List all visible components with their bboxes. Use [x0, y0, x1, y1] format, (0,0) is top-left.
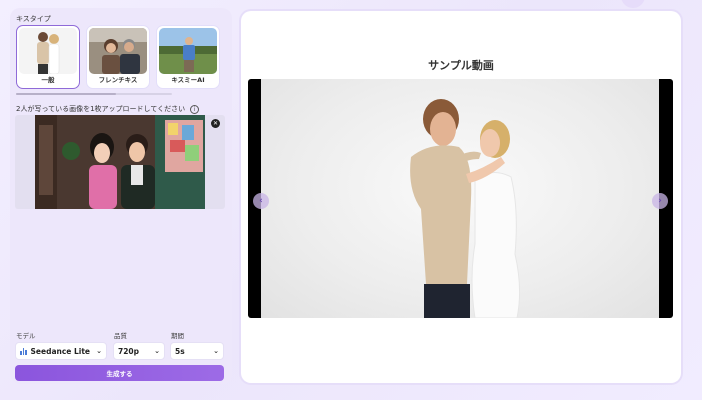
- kiss-type-label-general: 一般: [41, 76, 55, 84]
- upload-instructions: 2人が写っている画像を1枚アップロードしてください i: [16, 104, 200, 114]
- chevron-down-icon: ⌄: [96, 347, 102, 355]
- generate-button[interactable]: 生成する: [15, 365, 224, 381]
- model-label: モデル: [16, 332, 36, 340]
- video-image: [261, 79, 659, 318]
- previous-arrow-icon[interactable]: ‹: [253, 193, 269, 209]
- upload-label: 2人が写っている画像を1枚アップロードしてください: [16, 105, 186, 113]
- kiss-type-thumb: [89, 28, 147, 74]
- chevron-down-icon: ⌄: [213, 347, 219, 355]
- quality-value: 720p: [118, 346, 140, 356]
- kiss-type-card-kissme-ai[interactable]: キスミーAI: [156, 25, 220, 89]
- next-arrow-icon[interactable]: ›: [652, 193, 668, 209]
- info-icon[interactable]: i: [190, 104, 200, 114]
- settings-panel: キスタイプ 一般 フレンチキス キスミーAI 2人が写っている画像を1枚アップロ…: [10, 8, 232, 384]
- model-value: Seedance Lite: [30, 346, 91, 356]
- quality-label: 品質: [114, 332, 127, 340]
- kiss-type-scrollbar-thumb[interactable]: [16, 93, 116, 95]
- chevron-down-icon: ⌄: [154, 347, 160, 355]
- kiss-type-card-general[interactable]: 一般: [16, 25, 80, 89]
- duration-value: 5s: [175, 346, 185, 356]
- uploaded-image: [35, 115, 205, 209]
- close-icon[interactable]: ✕: [211, 119, 220, 128]
- preview-panel: サンプル動画 ‹ ›: [241, 11, 681, 383]
- sample-video[interactable]: ‹ ›: [248, 79, 673, 318]
- kiss-type-label: キスタイプ: [16, 15, 51, 23]
- kiss-type-card-french[interactable]: フレンチキス: [86, 25, 150, 89]
- model-icon: [20, 347, 27, 355]
- duration-select[interactable]: 5s ⌄: [170, 342, 224, 360]
- kiss-type-scrollbar[interactable]: [16, 93, 172, 95]
- kiss-type-thumb: [159, 28, 217, 74]
- upload-area[interactable]: ✕: [15, 115, 225, 209]
- top-decoration: [621, 0, 645, 8]
- model-select[interactable]: Seedance Lite ⌄: [15, 342, 107, 360]
- quality-select[interactable]: 720p ⌄: [113, 342, 165, 360]
- kiss-type-label-french: フレンチキス: [98, 76, 138, 84]
- duration-label: 期間: [171, 332, 184, 340]
- kiss-type-thumb: [19, 28, 77, 74]
- kiss-type-label-kissme-ai: キスミーAI: [171, 76, 205, 84]
- preview-title: サンプル動画: [428, 59, 494, 72]
